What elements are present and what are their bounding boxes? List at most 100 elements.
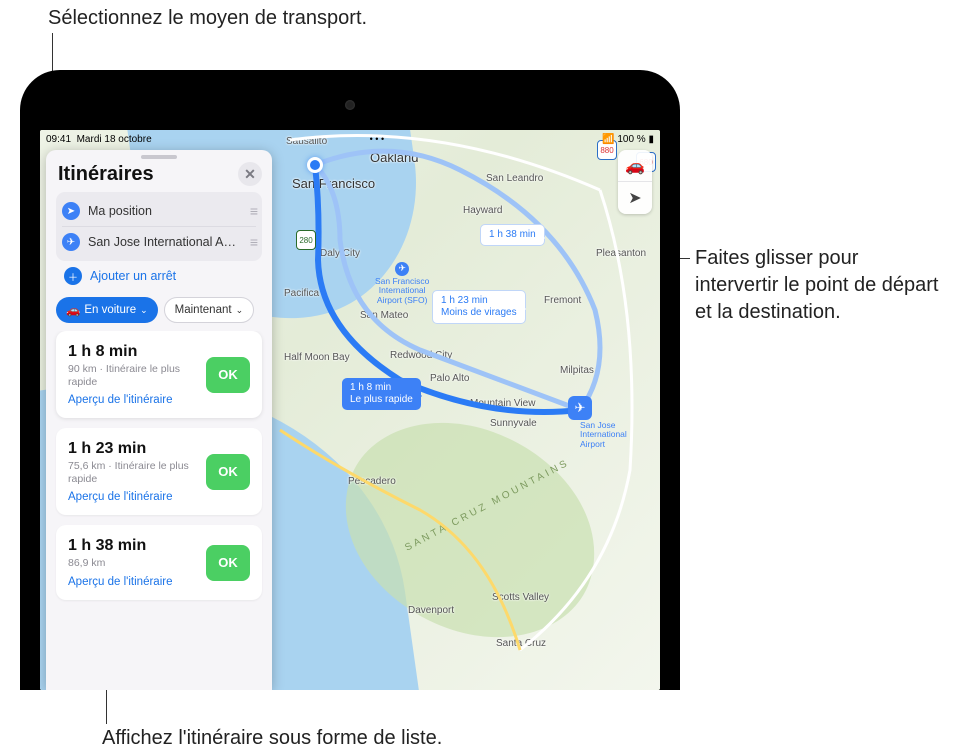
- car-icon: 🚗: [625, 156, 645, 176]
- city-oakland: Oakland: [370, 150, 418, 165]
- city-sunnyvale: Sunnyvale: [490, 418, 537, 429]
- city-hayward: Hayward: [463, 205, 502, 216]
- airport-sjc[interactable]: San Jose International Airport: [580, 421, 627, 449]
- badge-time: 1 h 23 min: [441, 295, 517, 307]
- screen: 09:41 Mardi 18 octobre • • • 📶 100 % ▮: [40, 130, 660, 690]
- route-desc: 75,6 km · Itinéraire le plus rapide: [68, 460, 196, 485]
- start-location-dot: [307, 157, 323, 173]
- city-paloalto: Palo Alto: [430, 373, 469, 384]
- city-sf: San Francisco: [292, 176, 375, 191]
- status-dots: • • •: [370, 134, 384, 144]
- city-scottsvalley: Scotts Valley: [492, 592, 549, 603]
- route-card[interactable]: 1 h 38 min 86,9 km Aperçu de l'itinérair…: [56, 525, 262, 600]
- airplane-icon: ✈: [575, 400, 586, 416]
- chevron-down-icon: ⌄: [140, 305, 148, 316]
- wifi-icon: 📶: [602, 134, 614, 145]
- airport-sjc-label: San Jose International Airport: [580, 420, 627, 449]
- routes-list: 1 h 8 min 90 km · Itinéraire le plus rap…: [46, 331, 272, 690]
- drag-handle-icon[interactable]: ≡: [250, 234, 256, 250]
- city-pleasanton: Pleasanton: [596, 248, 646, 259]
- city-milpitas: Milpitas: [560, 365, 594, 376]
- close-button[interactable]: ✕: [238, 162, 262, 186]
- panel-header: Itinéraires ✕: [46, 162, 272, 192]
- location-arrow-icon: ➤: [62, 202, 80, 220]
- badge-time: 1 h 8 min: [350, 382, 413, 394]
- city-fremont: Fremont: [544, 295, 581, 306]
- to-label: San Jose International A…: [88, 235, 242, 249]
- add-stop-button[interactable]: ＋ Ajouter un arrêt: [56, 261, 262, 289]
- route-info: 1 h 23 min 75,6 km · Itinéraire le plus …: [68, 440, 196, 503]
- transport-mode-chip[interactable]: 🚗 En voiture ⌄: [56, 297, 158, 323]
- map-controls: 🚗 ➤: [618, 150, 652, 214]
- badge-time: 1 h 38 min: [489, 229, 536, 241]
- callout-right: Faites glisser pour intervertir le point…: [695, 245, 945, 326]
- drag-handle-icon[interactable]: ≡: [250, 203, 256, 219]
- route-badge-fastest[interactable]: 1 h 8 min Le plus rapide: [342, 378, 421, 410]
- route-desc: 90 km · Itinéraire le plus rapide: [68, 363, 196, 388]
- camera-dot: [345, 100, 355, 110]
- airport-sfo-label: San Francisco International Airport (SFO…: [375, 276, 429, 305]
- ipad-frame: 09:41 Mardi 18 octobre • • • 📶 100 % ▮: [20, 70, 680, 690]
- city-sanleandro: San Leandro: [486, 173, 543, 184]
- panel-grabber[interactable]: [141, 155, 177, 159]
- shield-280: 280: [296, 230, 316, 250]
- battery-pct: 100 %: [617, 134, 645, 145]
- city-mtnview: Mountain View: [470, 398, 535, 409]
- badge-note: Moins de virages: [441, 307, 517, 319]
- city-pescadero: Pescadero: [348, 476, 396, 487]
- go-button[interactable]: OK: [206, 545, 250, 581]
- mode-row: 🚗 En voiture ⌄ Maintenant ⌄: [46, 297, 272, 331]
- route-preview-link[interactable]: Aperçu de l'itinéraire: [68, 576, 196, 588]
- city-santacruz: Santa Cruz: [496, 638, 546, 649]
- status-time: 09:41: [46, 134, 71, 145]
- city-pacifica: Pacifica: [284, 288, 319, 299]
- route-time: 1 h 23 min: [68, 440, 196, 458]
- status-right: 📶 100 % ▮: [602, 134, 654, 145]
- route-badge-longest[interactable]: 1 h 38 min: [480, 224, 545, 246]
- location-arrow-icon: ➤: [628, 188, 641, 208]
- city-dalycity: Daly City: [320, 248, 360, 259]
- chevron-down-icon: ⌄: [236, 305, 244, 316]
- from-label: Ma position: [88, 204, 242, 218]
- city-sanmateo: San Mateo: [360, 310, 408, 321]
- destination-pin[interactable]: ✈: [568, 396, 592, 420]
- map-mode-button[interactable]: 🚗: [618, 150, 652, 182]
- locate-button[interactable]: ➤: [618, 182, 652, 214]
- city-davenport: Davenport: [408, 605, 454, 616]
- close-icon: ✕: [244, 166, 256, 183]
- status-bar: 09:41 Mardi 18 octobre • • • 📶 100 % ▮: [40, 130, 660, 148]
- timing-chip[interactable]: Maintenant ⌄: [164, 297, 254, 323]
- airport-sfo[interactable]: ✈ San Francisco International Airport (S…: [375, 262, 429, 305]
- add-stop-label: Ajouter un arrêt: [90, 269, 176, 283]
- panel-title: Itinéraires: [58, 163, 154, 186]
- city-redwood: Redwood City: [390, 350, 452, 361]
- status-date: Mardi 18 octobre: [77, 134, 152, 145]
- city-halfmoon: Half Moon Bay: [284, 352, 350, 363]
- plus-icon: ＋: [64, 267, 82, 285]
- badge-note: Le plus rapide: [350, 394, 413, 406]
- route-time: 1 h 8 min: [68, 343, 196, 361]
- car-icon: 🚗: [66, 303, 80, 317]
- go-button[interactable]: OK: [206, 357, 250, 393]
- callout-bottom: Affichez l'itinéraire sous forme de list…: [102, 725, 442, 752]
- from-row[interactable]: ➤ Ma position ≡: [62, 196, 256, 227]
- callout-top: Sélectionnez le moyen de transport.: [48, 5, 367, 32]
- route-preview-link[interactable]: Aperçu de l'itinéraire: [68, 394, 196, 406]
- timing-label: Maintenant: [175, 304, 232, 316]
- airplane-icon: ✈: [395, 262, 409, 276]
- route-card[interactable]: 1 h 8 min 90 km · Itinéraire le plus rap…: [56, 331, 262, 418]
- route-card[interactable]: 1 h 23 min 75,6 km · Itinéraire le plus …: [56, 428, 262, 515]
- route-time: 1 h 38 min: [68, 537, 196, 555]
- route-preview-link[interactable]: Aperçu de l'itinéraire: [68, 491, 196, 503]
- route-info: 1 h 8 min 90 km · Itinéraire le plus rap…: [68, 343, 196, 406]
- route-info: 1 h 38 min 86,9 km Aperçu de l'itinérair…: [68, 537, 196, 588]
- airplane-icon: ✈: [62, 233, 80, 251]
- battery-icon: ▮: [648, 134, 654, 145]
- mode-label: En voiture: [84, 304, 136, 316]
- to-row[interactable]: ✈ San Jose International A… ≡: [62, 227, 256, 257]
- directions-panel: Itinéraires ✕ ➤ Ma position ≡ ✈ San Jose…: [46, 150, 272, 690]
- go-button[interactable]: OK: [206, 454, 250, 490]
- status-left: 09:41 Mardi 18 octobre: [46, 134, 152, 145]
- route-badge-fewer-turns[interactable]: 1 h 23 min Moins de virages: [432, 290, 526, 324]
- stops-box: ➤ Ma position ≡ ✈ San Jose International…: [56, 192, 262, 261]
